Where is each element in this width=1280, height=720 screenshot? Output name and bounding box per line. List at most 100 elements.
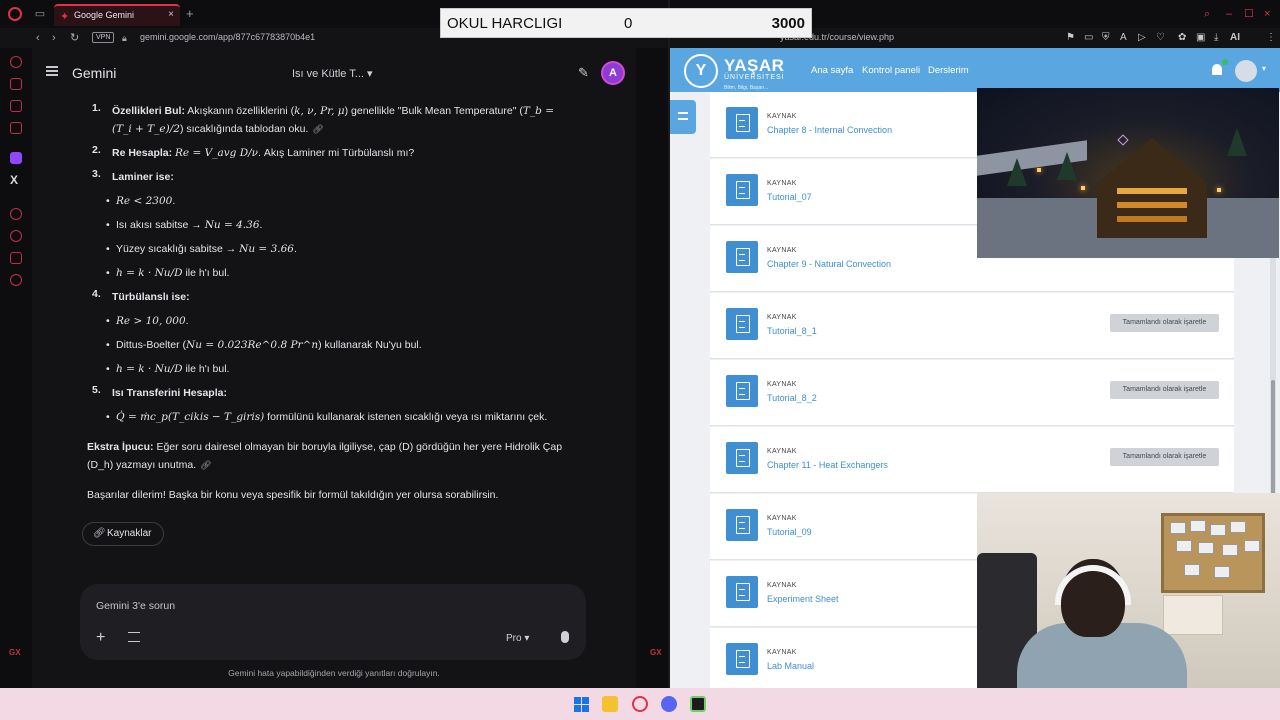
opera-gx-icon[interactable] [632, 696, 648, 712]
goal-label: OKUL HARCLIGI [447, 15, 563, 32]
file-icon [726, 509, 758, 541]
activity-link[interactable]: Tutorial_8_2 [767, 393, 817, 403]
avatar[interactable]: A [601, 61, 625, 85]
download-icon[interactable]: ⤓ [1214, 32, 1218, 44]
search-icon[interactable]: ⌕ [1204, 8, 1210, 20]
mark-complete-button[interactable]: Tamamlandı olarak işaretle [1110, 381, 1219, 399]
headphones [1055, 565, 1131, 605]
step-5: Isı Transferini Hesapla: [112, 387, 227, 399]
mark-complete-button[interactable]: Tamamlandı olarak işaretle [1110, 314, 1219, 332]
chevron-down-icon[interactable]: ▾ [1262, 64, 1266, 73]
list-icon [678, 112, 688, 120]
new-chat-icon[interactable]: ✎ [578, 65, 589, 81]
mark-complete-button[interactable]: Tamamlandı olarak işaretle [1110, 448, 1219, 466]
menu-icon[interactable] [46, 66, 58, 76]
extra-tip: Ekstra İpucu: Eğer soru dairesel olmayan… [87, 441, 563, 471]
minimize-icon[interactable]: – [1226, 8, 1232, 20]
maximize-icon[interactable]: ☐ [1244, 8, 1254, 20]
file-icon [726, 643, 758, 675]
sidebar-player-icon[interactable] [10, 100, 22, 112]
goal-current: 0 [624, 15, 633, 32]
university-logo-icon[interactable]: Y [684, 54, 718, 88]
forward-icon[interactable]: › [52, 31, 56, 45]
play-icon[interactable]: ▷ [1138, 32, 1146, 44]
lock-icon: 🔒︎ [122, 33, 127, 43]
user-avatar[interactable] [1235, 60, 1257, 82]
opera-gx-logo-icon[interactable] [8, 7, 22, 21]
lamp [1037, 168, 1041, 172]
close-tab-icon[interactable]: × [168, 9, 174, 20]
sidebar-twitch-icon[interactable] [10, 152, 22, 164]
sidebar-settings-icon[interactable] [10, 274, 22, 286]
new-tab-icon[interactable]: + [186, 7, 194, 20]
goal-target: 3000 [771, 15, 805, 32]
activity-link[interactable]: Experiment Sheet [767, 594, 839, 604]
activity-link[interactable]: Tutorial_07 [767, 192, 812, 202]
step-number: 5. [92, 384, 101, 396]
add-icon[interactable]: + [96, 630, 105, 646]
activity-type: KAYNAK [767, 113, 797, 120]
ai-extension-label[interactable]: AI [1230, 32, 1240, 44]
tools-icon[interactable] [128, 632, 140, 642]
translate-icon[interactable]: A [1120, 32, 1127, 44]
prompt-input[interactable]: Gemini 3'e sorun [96, 600, 175, 612]
gemini-header: Gemini Isı ve Kütle T... ▾ ✎ A [32, 48, 636, 96]
notification-bell-icon[interactable] [1212, 64, 1222, 75]
windows-start-icon[interactable] [574, 697, 589, 712]
nav-home[interactable]: Ana sayfa [811, 65, 853, 76]
activity-link[interactable]: Tutorial_8_1 [767, 326, 817, 336]
url-field[interactable]: gemini.google.com/app/877c67783870b4e1 [140, 32, 315, 42]
activity-link[interactable]: Chapter 11 - Heat Exchangers [767, 460, 888, 470]
screenshot-icon[interactable]: ▭ [1084, 32, 1093, 44]
list-item: Isı akısı sabitse → Nu = 4.36. [106, 219, 262, 231]
reload-icon[interactable]: ↻ [70, 31, 79, 45]
activity-link[interactable]: Chapter 9 - Natural Convection [767, 259, 891, 269]
wallet-icon[interactable]: ▣ [1196, 32, 1205, 44]
vpn-badge[interactable]: VPN [92, 32, 115, 43]
activity-link[interactable]: Chapter 8 - Internal Convection [767, 125, 892, 135]
logo-sub: ÜNİVERSİTESİ [724, 74, 785, 81]
activity-type: KAYNAK [767, 515, 797, 522]
sidebar-history-icon[interactable] [10, 230, 22, 242]
sources-button[interactable]: 🔗︎ Kaynaklar [82, 522, 164, 546]
more-menu-icon[interactable]: ⋮ [1266, 32, 1276, 44]
sidebar-aria-icon[interactable] [10, 56, 22, 68]
heart-icon[interactable]: ♡ [1156, 32, 1165, 44]
model-selector[interactable]: Pro ▾ [506, 633, 529, 644]
activity-link[interactable]: Lab Manual [767, 661, 814, 671]
step-number: 3. [92, 168, 101, 180]
activity-link[interactable]: Tutorial_09 [767, 527, 812, 537]
obs-icon[interactable] [690, 696, 706, 712]
tree [1227, 128, 1247, 156]
shield-icon[interactable]: ⛨ [1102, 32, 1110, 44]
crosshair-icon [1117, 134, 1129, 146]
closing-text: Başarılar dilerim! Başka bir konu veya s… [87, 489, 499, 501]
list-item: Dittus-Boelter (Nu = 0.023Re^0.8 Pr^n) k… [106, 339, 422, 351]
extensions-icon[interactable]: ✿ [1178, 32, 1186, 44]
course-index-toggle[interactable] [670, 100, 696, 134]
close-window-icon[interactable]: × [1264, 8, 1270, 20]
tab-google-gemini[interactable]: ✦ Google Gemini × [54, 4, 180, 26]
list-item: Q̇ = ṁc_p(T_cikis − T_giris) formülünü k… [106, 411, 547, 423]
back-icon[interactable]: ‹ [36, 31, 40, 45]
sidebar-messenger-icon[interactable] [10, 122, 22, 134]
list-item: Re < 2300. [106, 195, 175, 207]
gemini-title: Gemini [72, 65, 117, 81]
sources-label: Kaynaklar [107, 528, 152, 539]
bookmark-icon[interactable]: ⚑ [1066, 32, 1075, 44]
microphone-icon[interactable] [561, 631, 569, 643]
conversation-title-dropdown[interactable]: Isı ve Kütle T... ▾ [292, 67, 373, 80]
desktop-screen: ▭ ✦ Google Gemini × + ‹ › ↻ VPN 🔒︎ gemin… [0, 0, 1280, 720]
nav-my-courses[interactable]: Derslerim [928, 65, 969, 76]
file-explorer-icon[interactable] [602, 696, 618, 712]
sidebar-gx-corner-icon[interactable] [10, 78, 22, 90]
prompt-box[interactable]: Gemini 3'e sorun + Pro ▾ [80, 584, 586, 660]
sidebar-player-round-icon[interactable] [10, 208, 22, 220]
sidebar-x-icon[interactable]: X [10, 174, 18, 186]
nav-dashboard[interactable]: Kontrol paneli [862, 65, 920, 76]
scrollbar-thumb[interactable] [1271, 380, 1275, 500]
sidebar-extensions-icon[interactable] [10, 252, 22, 264]
discord-icon[interactable] [661, 696, 677, 712]
tab-menu-icon[interactable]: ▭ [34, 8, 46, 20]
step-4: Türbülanslı ise: [112, 291, 190, 303]
